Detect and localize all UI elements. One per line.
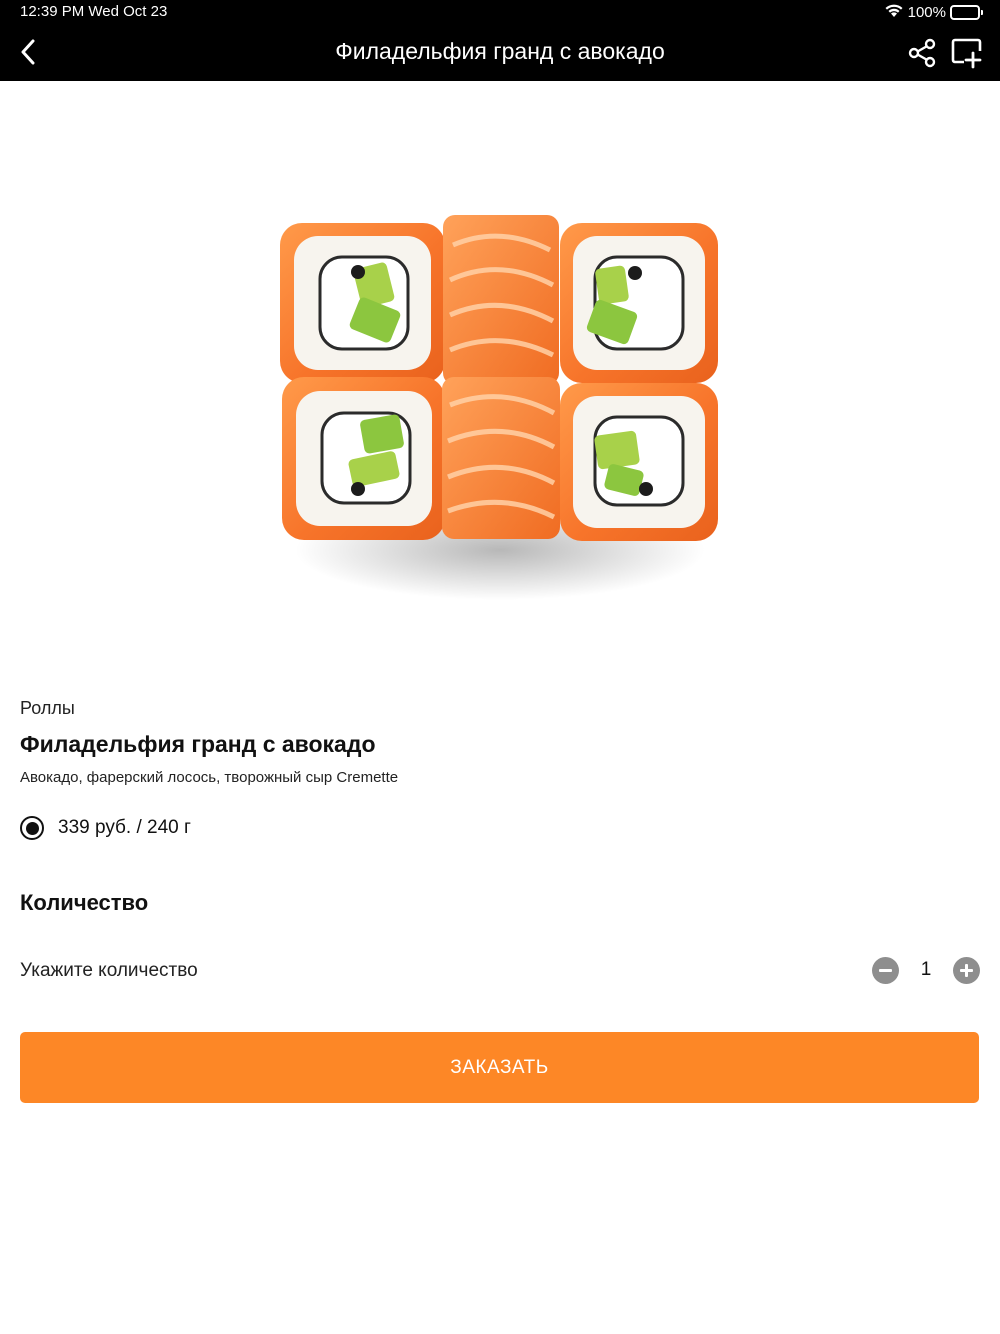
quantity-stepper: 1	[872, 957, 980, 985]
quantity-label: Укажите количество	[20, 960, 198, 981]
nav-title: Филадельфия гранд с авокадо	[335, 38, 665, 64]
status-time: 12:39 PM Wed Oct 23	[20, 3, 168, 20]
add-to-cart-button[interactable]	[950, 36, 984, 70]
battery-icon	[950, 4, 983, 20]
add-to-cart-icon	[951, 38, 982, 69]
variant-option[interactable]: 339 руб. / 240 г	[20, 816, 191, 840]
product-title: Филадельфия гранд с авокадо	[20, 731, 376, 757]
radio-selected-icon[interactable]	[20, 816, 44, 840]
status-bar: 12:39 PM Wed Oct 23 100%	[0, 0, 1000, 24]
share-icon	[908, 38, 936, 68]
decrement-button[interactable]	[872, 957, 899, 984]
quantity-value: 1	[920, 959, 932, 980]
product-description: Авокадо, фарерский лосось, творожный сыр…	[20, 769, 399, 786]
order-button[interactable]: ЗАКАЗАТЬ	[20, 1032, 979, 1103]
product-category: Роллы	[20, 698, 75, 718]
variant-label: 339 руб. / 240 г	[58, 817, 191, 838]
share-button[interactable]	[906, 37, 938, 69]
product-image	[270, 205, 730, 615]
quantity-heading: Количество	[20, 890, 149, 915]
nav-bar: Филадельфия гранд с авокадо	[0, 24, 1000, 81]
status-indicators: 100%	[884, 2, 983, 22]
wifi-icon	[884, 2, 904, 22]
battery-percent: 100%	[907, 3, 946, 21]
increment-button[interactable]	[953, 957, 980, 984]
